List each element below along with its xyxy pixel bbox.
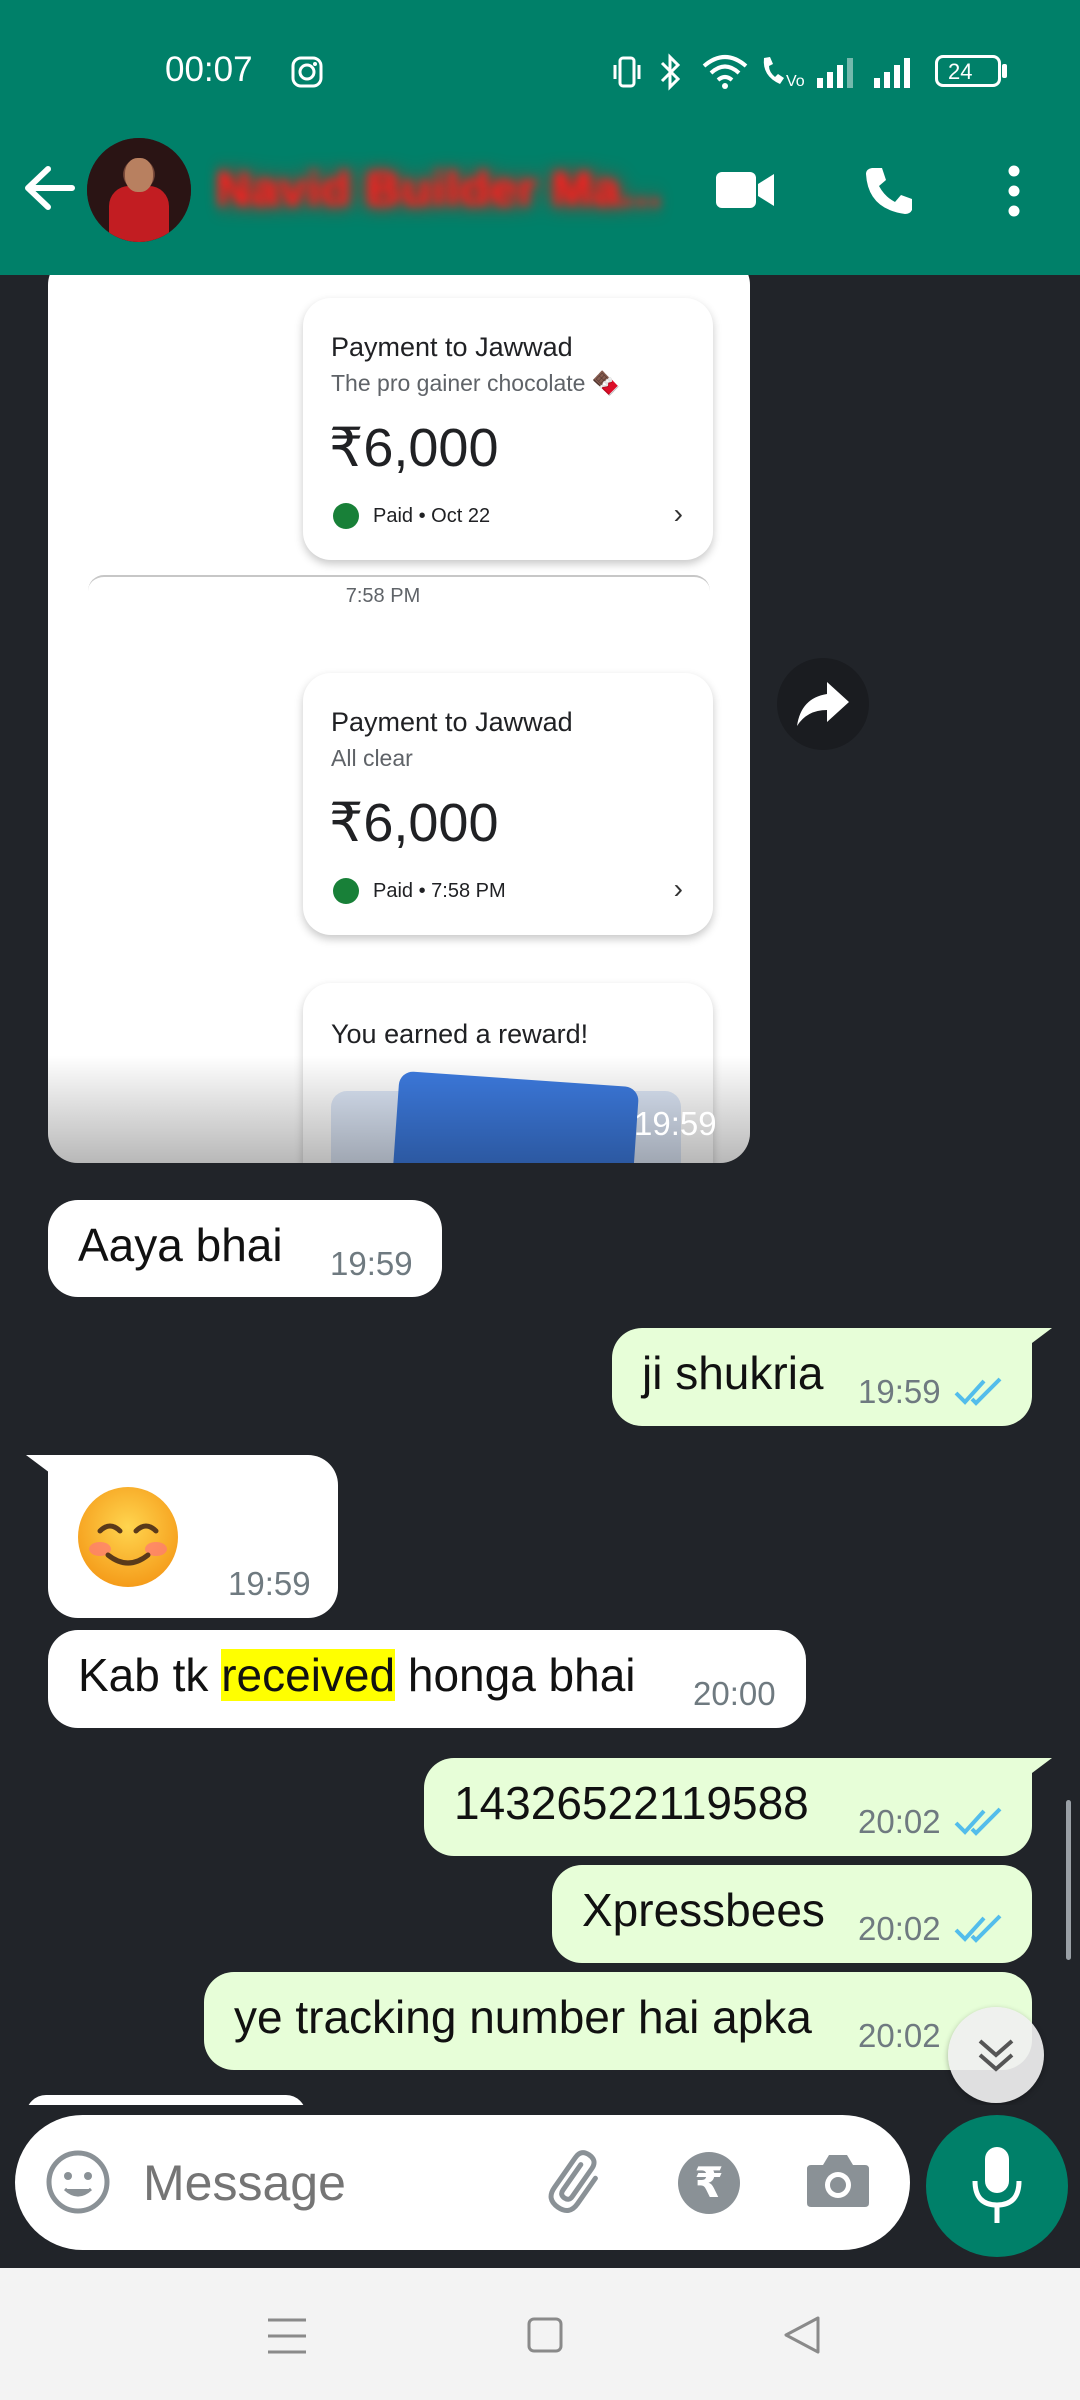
battery-level: 24 <box>948 59 973 84</box>
check-icon <box>333 878 359 904</box>
back-nav-icon[interactable] <box>782 2314 822 2356</box>
payment-amount: ₹6,000 <box>329 793 499 853</box>
scrollbar[interactable] <box>1066 1800 1071 1960</box>
message-text: 14326522119588 <box>454 1777 809 1829</box>
more-options-icon[interactable] <box>1003 164 1025 218</box>
message-time: 19:59 <box>228 1565 311 1602</box>
payment-status: Paid • Oct 22 <box>373 505 491 527</box>
incoming-message[interactable]: Aaya bhai 19:59 <box>48 1200 442 1297</box>
payment-card: Payment to Jawwad All clear ₹6,000 Paid … <box>303 673 713 935</box>
attach-icon[interactable] <box>540 2143 620 2223</box>
svg-text:Vo: Vo <box>786 73 805 90</box>
payment-rupee-icon[interactable]: ₹ <box>678 2152 740 2214</box>
chevron-right-icon: › <box>673 873 683 904</box>
message-input[interactable] <box>143 2145 393 2221</box>
microphone-icon <box>972 2147 1022 2223</box>
back-arrow-icon[interactable] <box>22 163 76 213</box>
outgoing-message[interactable]: 14326522119588 20:02 <box>424 1758 1032 1856</box>
payment-status: Paid • 7:58 PM <box>373 880 506 902</box>
message-time: 20:00 <box>693 1675 776 1712</box>
incoming-message[interactable]: 19:59 <box>48 1455 338 1618</box>
contact-name[interactable]: Navid Builder Ma... <box>215 160 665 220</box>
message-text: Kab tk received honga bhai <box>78 1648 636 1702</box>
outgoing-message[interactable]: ye tracking number hai apka 20:02 <box>204 1972 1032 2070</box>
message-composer[interactable]: ₹ <box>15 2115 910 2250</box>
instagram-icon <box>291 56 323 88</box>
incoming-message[interactable]: Kab tk received honga bhai 20:00 <box>48 1630 806 1728</box>
bubble-tail <box>1020 1328 1052 1352</box>
message-time: 20:02 <box>858 1803 941 1840</box>
divider-time: 7:58 PM <box>318 585 448 608</box>
forward-icon <box>797 682 849 726</box>
message-text: Aaya bhai <box>78 1219 283 1271</box>
payment-amount: ₹6,000 <box>329 418 499 478</box>
avatar[interactable] <box>87 138 191 242</box>
chat-area[interactable]: Payment to Jawwad The pro gainer chocola… <box>0 275 1080 2105</box>
forward-button[interactable] <box>777 658 869 750</box>
chevron-right-icon: › <box>673 498 683 529</box>
payment-title: Payment to Jawwad <box>331 707 573 737</box>
payment-note: All clear <box>331 745 413 771</box>
voice-message-button[interactable] <box>926 2115 1068 2257</box>
signal-sim1-icon <box>817 58 853 88</box>
message-time: 20:02 <box>858 1910 941 1947</box>
search-highlight: received <box>221 1649 396 1701</box>
vibrate-icon <box>613 56 641 88</box>
message-text: ji shukria <box>642 1347 824 1399</box>
payment-title: Payment to Jawwad <box>331 332 573 362</box>
message-time: 19:59 <box>634 1105 717 1142</box>
video-call-icon[interactable] <box>714 168 776 212</box>
menu-icon[interactable] <box>266 2316 308 2356</box>
scroll-to-bottom-button[interactable] <box>948 2007 1044 2103</box>
message-text: Xpressbees <box>582 1884 825 1936</box>
payment-card: Payment to Jawwad The pro gainer chocola… <box>303 298 713 560</box>
home-icon[interactable] <box>526 2316 564 2354</box>
image-message[interactable]: Payment to Jawwad The pro gainer chocola… <box>48 275 750 1163</box>
message-time: 20:02 <box>858 2017 941 2054</box>
emoji-icon[interactable] <box>45 2149 111 2215</box>
signal-sim2-icon <box>874 58 910 88</box>
status-time: 00:07 <box>165 50 253 89</box>
outgoing-message[interactable]: Xpressbees 20:02 <box>552 1865 1032 1963</box>
smiling-face-emoji <box>78 1487 178 1587</box>
system-nav-bar <box>0 2268 1080 2400</box>
battery-icon: 24 <box>935 55 1001 87</box>
camera-icon[interactable] <box>805 2149 871 2211</box>
message-time: 19:59 <box>858 1373 941 1410</box>
read-receipt-icon <box>954 1914 1002 1943</box>
incoming-message-partial <box>26 2095 306 2105</box>
read-receipt-icon <box>954 1377 1002 1406</box>
check-icon <box>333 503 359 529</box>
message-text-before: Kab tk <box>78 1649 222 1701</box>
voice-call-icon[interactable] <box>862 164 916 218</box>
payment-note: The pro gainer chocolate 🍫 <box>331 370 621 396</box>
reward-title: You earned a reward! <box>331 1019 589 1049</box>
battery-tip <box>1002 64 1007 78</box>
message-text: ye tracking number hai apka <box>234 1991 812 2043</box>
wifi-icon <box>702 55 748 89</box>
outgoing-message[interactable]: ji shukria 19:59 <box>612 1328 1032 1426</box>
chat-header: 00:07 Vo 24 Navid Builder Ma... <box>0 0 1080 275</box>
wifi-calling-icon: Vo <box>763 57 805 90</box>
message-time: 19:59 <box>330 1245 413 1282</box>
bluetooth-icon <box>660 53 681 91</box>
double-chevron-down-icon <box>978 2039 1014 2072</box>
bubble-tail <box>1020 1758 1052 1782</box>
read-receipt-icon <box>954 1807 1002 1836</box>
message-text-after: honga bhai <box>395 1649 636 1701</box>
